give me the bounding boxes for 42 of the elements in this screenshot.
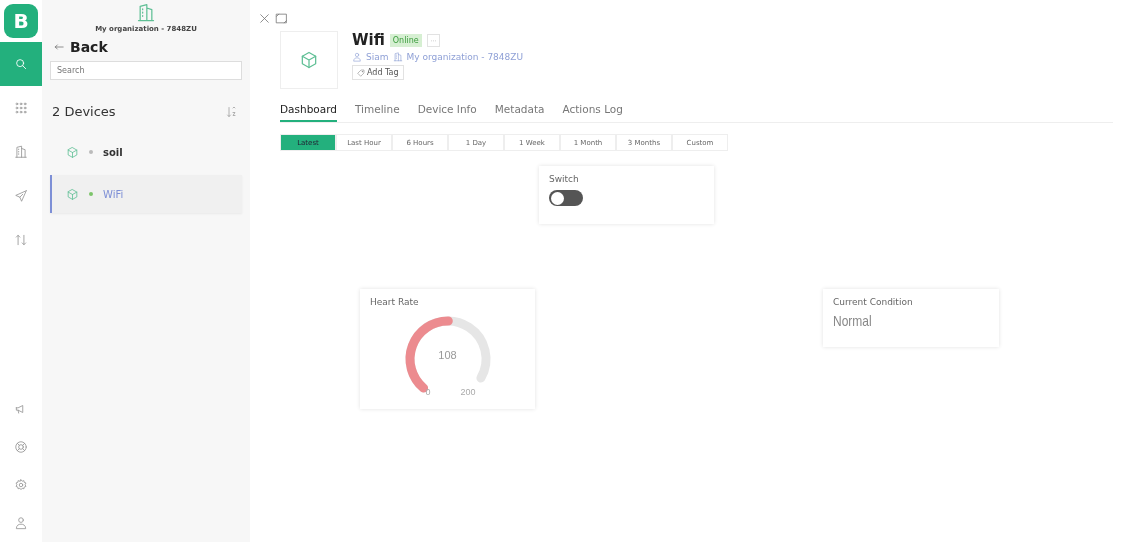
tab[interactable]: Device Info: [417, 99, 477, 122]
search-icon: [14, 57, 28, 71]
device-count: 2 Devices: [52, 104, 116, 119]
toggle-switch[interactable]: [549, 190, 583, 206]
cube-icon: [66, 145, 79, 159]
building-icon: [14, 145, 28, 159]
building-icon: [392, 52, 403, 62]
back-button[interactable]: Back: [50, 33, 110, 61]
device-title: Wifi: [352, 31, 385, 49]
tab[interactable]: Metadata: [494, 99, 545, 122]
widget-title: Heart Rate: [370, 297, 419, 307]
gauge-value: 108: [437, 349, 458, 361]
paper-plane-icon: [14, 189, 28, 203]
tab[interactable]: Timeline: [354, 99, 400, 122]
user-icon: [352, 52, 362, 62]
widget-title: Switch: [549, 174, 580, 184]
status-badge: Online: [389, 33, 422, 47]
tab[interactable]: Actions Log: [562, 99, 623, 122]
nav-item[interactable]: [0, 42, 42, 86]
device-name: soil: [103, 146, 123, 158]
search-field[interactable]: Search: [50, 61, 242, 80]
expand-icon[interactable]: [275, 12, 288, 25]
cube-icon: [299, 50, 319, 70]
add-tag-button[interactable]: Add Tag: [352, 65, 404, 80]
close-icon[interactable]: [258, 12, 271, 25]
lifebuoy-icon[interactable]: [14, 440, 28, 454]
device-list-item[interactable]: soil: [50, 133, 242, 171]
tab[interactable]: Dashboard: [280, 99, 337, 122]
cube-icon: [66, 187, 79, 201]
building-icon: [136, 3, 156, 23]
widget-title: Current Condition: [833, 297, 914, 307]
grid-icon: [14, 101, 28, 115]
sort-icon[interactable]: [226, 105, 238, 118]
gauge-min-label: 0: [425, 387, 431, 397]
settings-icon[interactable]: [14, 478, 28, 492]
tag-icon: [357, 68, 365, 77]
widget-value: Normal: [833, 312, 873, 329]
arrow-left-icon: [52, 42, 66, 52]
user-icon[interactable]: [14, 516, 28, 530]
gauge-max-label: 200: [460, 387, 476, 397]
device-name: WiFi: [103, 188, 124, 200]
swap-arrows-icon: [14, 233, 28, 247]
